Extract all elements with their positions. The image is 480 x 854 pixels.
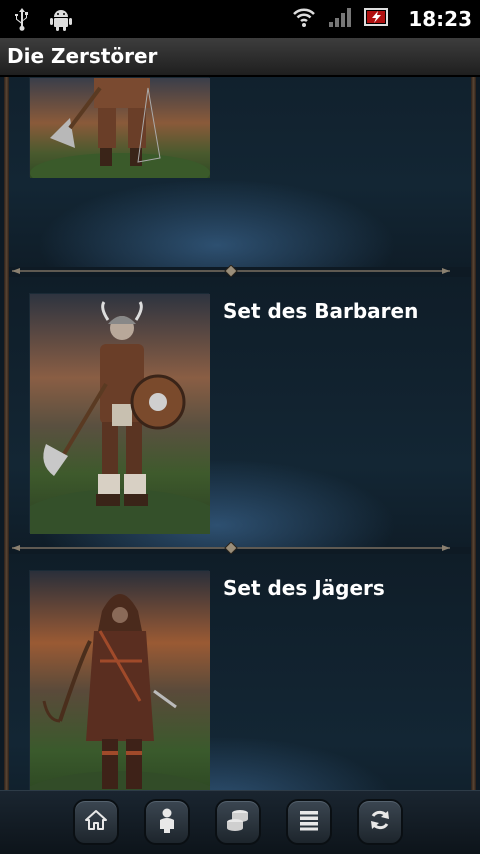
home-button[interactable] (73, 799, 119, 845)
item-title: Set des Barbaren (223, 299, 419, 323)
frame-border-right (471, 77, 476, 790)
signal-icon (328, 6, 352, 32)
divider (12, 542, 450, 554)
coins-icon (225, 807, 251, 837)
barbarian-portrait (10, 293, 230, 569)
hunter-portrait (23, 570, 217, 790)
list-item[interactable]: Set des Barbaren (9, 277, 471, 569)
usb-icon (14, 7, 30, 35)
list-icon (297, 808, 321, 836)
warrior-portrait (29, 77, 210, 193)
person-icon (155, 807, 179, 837)
refresh-button[interactable] (357, 799, 403, 845)
bottom-nav (0, 790, 480, 854)
android-debug-icon (50, 7, 72, 35)
profile-button[interactable] (144, 799, 190, 845)
item-title: Set des Jägers (223, 576, 385, 600)
page-title: Die Zerstörer (7, 44, 158, 68)
home-icon (84, 808, 108, 836)
refresh-icon (368, 808, 392, 836)
battery-charging-icon (364, 6, 390, 32)
title-bar: Die Zerstörer (0, 38, 480, 76)
list-button[interactable] (286, 799, 332, 845)
list-item[interactable] (9, 77, 471, 267)
wifi-icon (292, 6, 316, 32)
clock: 18:23 (408, 7, 472, 31)
list-item[interactable]: Set des Jägers (9, 554, 471, 790)
coins-button[interactable] (215, 799, 261, 845)
status-bar: 18:23 (0, 0, 480, 38)
divider (12, 265, 450, 277)
content-list[interactable]: Set des Barbaren Set des Jägers (0, 77, 480, 790)
